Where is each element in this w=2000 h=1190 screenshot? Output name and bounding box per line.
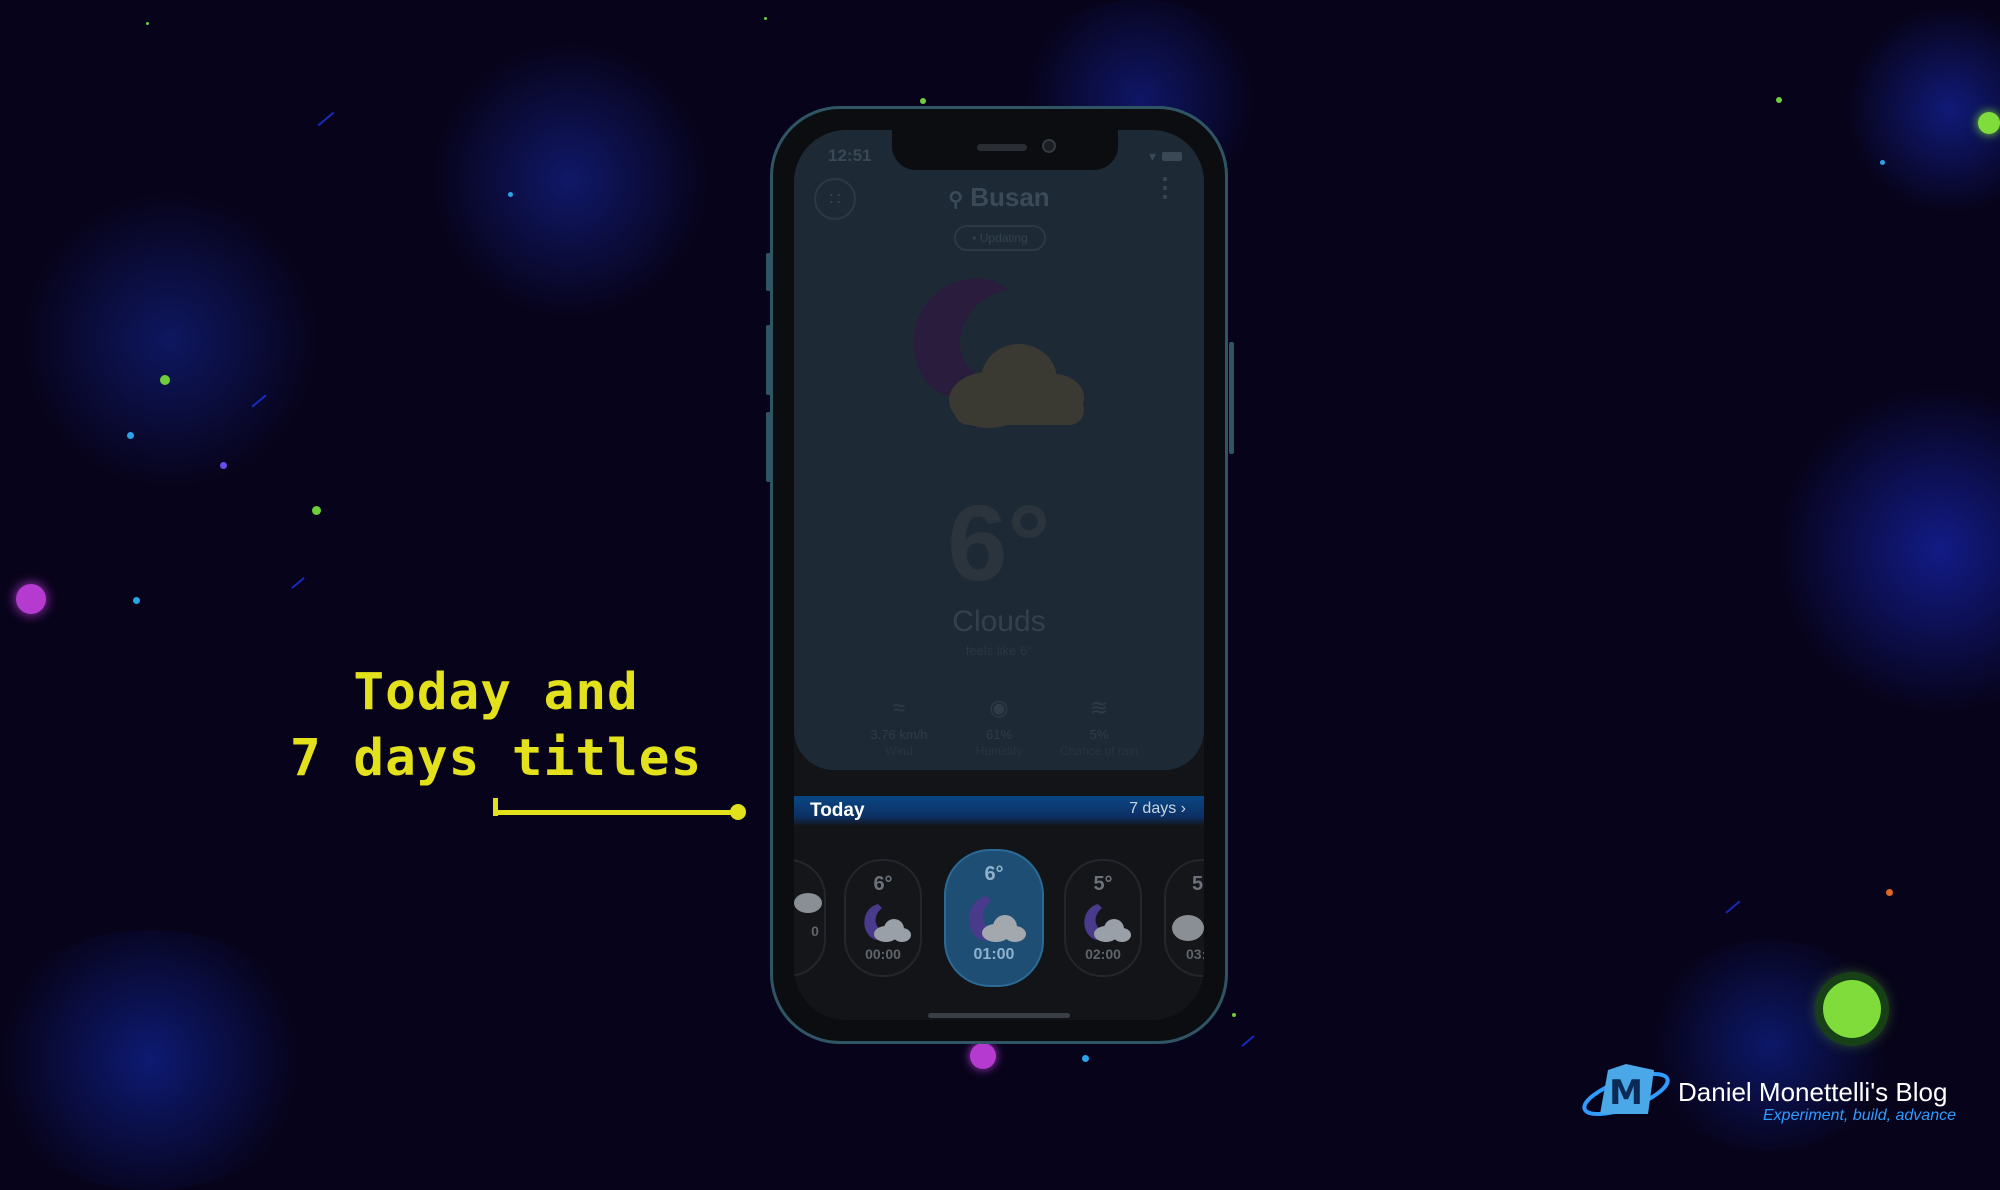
phone-frame: 12:51 ▾ ∷ ⚲ Busan ⋮ • Updating 6° Clouds… [770,106,1228,1044]
blog-logo-letter: M [1609,1073,1643,1113]
moon-cloud-icon [946,886,1042,946]
particle [1082,1055,1089,1062]
moon-cloud-icon [846,896,920,946]
blog-tagline: Experiment, build, advance [1763,1107,1956,1124]
moon-cloud-icon [913,278,1084,428]
cloud-icon [1166,896,1204,946]
streak [1725,900,1741,914]
stat-rain-chance: ≋ 5% Chance of rain [1039,695,1159,758]
particle [312,506,321,515]
particle [160,375,170,385]
hour-temp: 6° [984,863,1004,885]
seven-days-label: 7 days [1129,800,1177,817]
current-temperature: 6° [947,482,1051,603]
hour-time: 0 [811,923,819,939]
phone-notch [892,130,1118,170]
stat-value: 5% [1089,727,1109,742]
moon-cloud-icon [1066,896,1140,946]
chevron-right-icon: › [1180,800,1186,817]
city-label: Busan [970,182,1050,212]
particle [508,192,513,197]
speaker [977,144,1027,151]
particle [920,98,926,104]
hour-temp: 5° [1093,873,1113,895]
particle [220,462,227,469]
annotation-label: Today and 7 days titles [290,660,702,792]
particle [1776,97,1782,103]
rain-chance-icon: ≋ [1089,695,1109,720]
annotation-line-1: Today and [353,663,639,722]
stat-label: Chance of rain [1059,744,1139,758]
city-name[interactable]: ⚲ Busan [794,182,1204,213]
today-title[interactable]: Today [810,800,865,822]
bg-glow [0,930,320,1190]
streak [291,577,305,589]
bg-glow [430,40,710,320]
more-options-button[interactable]: ⋮ [1152,174,1178,200]
dimmed-current-weather-card: 12:51 ▾ ∷ ⚲ Busan ⋮ • Updating 6° Clouds… [794,130,1204,770]
hour-time: 02:00 [1085,946,1121,962]
status-time: 12:51 [828,146,872,165]
hour-card[interactable]: 5 03: [1164,859,1204,977]
blog-logo: M [1582,1064,1670,1116]
particle [1823,980,1881,1038]
location-pin-icon: ⚲ [948,189,963,211]
hour-time: 03: [1186,946,1204,962]
hour-temp: 5 [1192,873,1204,895]
streak [1241,1035,1255,1047]
phone-side-button [1229,342,1234,454]
feels-like: feels like 6° [965,643,1033,658]
bg-glow [1850,0,2000,220]
updating-badge: • Updating [954,225,1046,251]
particle [1232,1013,1236,1017]
blog-title: Daniel Monettelli's Blog [1678,1077,1948,1107]
annotation-line-2: 7 days titles [290,729,703,788]
seven-days-link[interactable]: 7 days › [1129,800,1186,818]
annotation-connector [493,810,738,815]
particle [133,597,140,604]
bg-glow [20,190,320,490]
hour-time: 00:00 [865,946,901,962]
bg-glow [1780,380,2000,720]
hour-card-selected[interactable]: 6° 01:00 [944,849,1044,987]
particle [16,584,46,614]
particle [127,432,134,439]
particle [764,17,767,20]
streak [317,111,335,127]
particle [146,22,149,25]
hour-card[interactable]: 6° 00:00 [844,859,922,977]
hour-temp: 6° [873,873,893,895]
particle [1978,112,2000,134]
annotation-pointer-dot [730,804,746,820]
battery-icon [1162,152,1182,161]
forecast-title-bar: Today 7 days › [794,796,1204,826]
hour-time: 01:00 [973,946,1015,963]
moon-cloud-icon [794,873,824,923]
streak [251,394,267,408]
hour-card[interactable]: 5° 02:00 [1064,859,1142,977]
particle [970,1043,996,1069]
weather-condition: Clouds [952,605,1046,638]
phone-screen: 12:51 ▾ ∷ ⚲ Busan ⋮ • Updating 6° Clouds… [794,130,1204,1020]
wifi-icon: ▾ [1148,148,1156,164]
front-camera [1042,139,1056,153]
particle [1886,889,1893,896]
home-indicator[interactable] [928,1013,1070,1018]
particle [1880,160,1885,165]
hour-card[interactable]: 0 [794,859,826,977]
status-icons: ▾ [1149,148,1182,165]
